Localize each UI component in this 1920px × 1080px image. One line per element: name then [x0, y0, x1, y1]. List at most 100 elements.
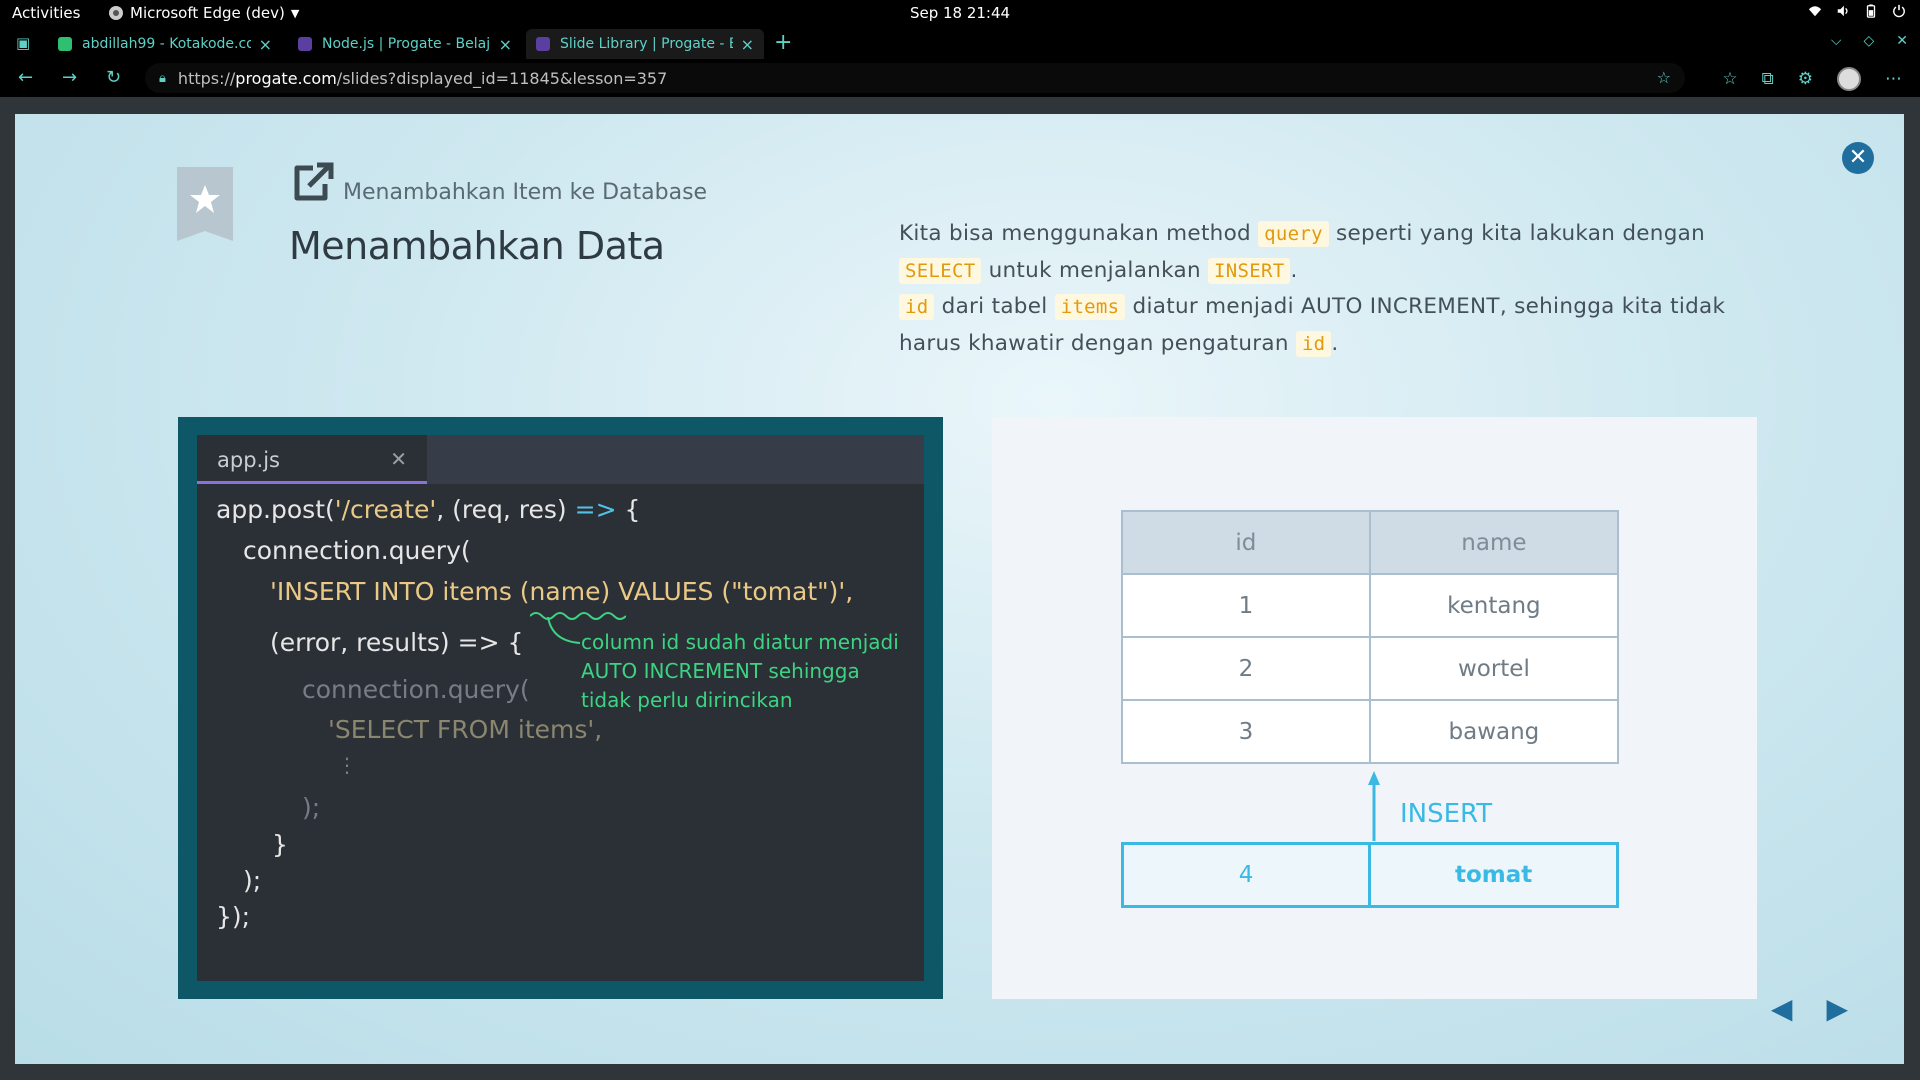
editor-tab-bar: app.js ✕ — [197, 435, 924, 484]
code-line: ⋮ — [337, 753, 357, 777]
back-arrow-icon[interactable]: ← — [18, 67, 33, 88]
system-tray[interactable] — [1808, 4, 1906, 18]
table-cell: 3 — [1121, 699, 1371, 764]
close-slide-button[interactable]: ✕ — [1842, 142, 1874, 174]
annotation-pointer — [547, 617, 581, 644]
slide-subtitle: Menambahkan Item ke Database — [343, 180, 708, 205]
table-cell: bawang — [1368, 699, 1620, 764]
tab-list-chevron-icon[interactable]: ⌵ — [1831, 33, 1842, 49]
code-line: 'INSERT INTO items (name) VALUES ("tomat… — [270, 577, 854, 606]
inserted-row: 4 tomat — [1120, 842, 1619, 908]
table-cell: kentang — [1368, 573, 1620, 638]
desc-text: untuk menjalankan — [988, 257, 1201, 283]
lock-icon[interactable]: 🔒︎ — [159, 71, 166, 86]
insert-arrow-icon — [1368, 771, 1380, 841]
profile-avatar[interactable] — [1837, 67, 1861, 91]
url-path: /slides?displayed_id=11845&lesson=357 — [336, 68, 668, 88]
table-row: 2 wortel — [1121, 636, 1620, 701]
close-tab-icon[interactable]: × — [741, 35, 754, 54]
table-row: 4 tomat — [1120, 842, 1619, 908]
browser-tab-strip: ▣ abdillah99 - Kotakode.com × Node.js | … — [0, 27, 1920, 59]
browser-tab-active[interactable]: Slide Library | Progate - Belajar × — [526, 29, 764, 59]
inline-code: items — [1054, 294, 1126, 320]
activities-button[interactable]: Activities — [12, 4, 80, 22]
url-host: progate.com — [235, 68, 337, 88]
slide-title: Menambahkan Data — [289, 224, 665, 268]
inline-code: id — [1295, 330, 1332, 357]
code-line: } — [272, 830, 288, 859]
wifi-icon — [1808, 6, 1822, 17]
tab-title: Slide Library | Progate - Belajar — [560, 36, 733, 52]
editor-file-tab: app.js ✕ — [197, 435, 427, 484]
table-cell: 1 — [1121, 573, 1371, 638]
code-line: app.post('/create', (req, res) => { — [216, 495, 641, 524]
desc-text: seperti yang kita lakukan dengan — [1336, 221, 1706, 246]
table-cell: tomat — [1368, 842, 1619, 908]
table-header-cell: name — [1368, 510, 1620, 575]
collections-icon[interactable]: ⧉ — [1762, 69, 1774, 89]
power-icon — [1893, 4, 1905, 18]
external-link-icon — [294, 162, 334, 201]
tab-title: Node.js | Progate - Belajar — [322, 36, 491, 52]
edge-app-icon — [109, 6, 123, 20]
table-row: 3 bawang — [1121, 699, 1620, 764]
edge-dev-icon[interactable]: ◇ — [1863, 33, 1874, 49]
inline-code: id — [899, 294, 935, 320]
items-table: id name 1 kentang 2 wortel 3 bawang — [1121, 510, 1620, 764]
desc-text: . — [1331, 330, 1339, 356]
code-annotation: column id sudah diatur menjadi AUTO INCR… — [581, 630, 899, 712]
desc-text: dari tabel — [941, 294, 1048, 319]
extensions-icon[interactable]: ⚙ — [1798, 69, 1813, 89]
system-top-bar: Activities Microsoft Edge (dev) ▼ Sep 18… — [0, 0, 1920, 27]
add-favorite-icon[interactable]: ☆ — [1657, 68, 1671, 87]
code-example-card: app.js ✕ app.post('/create', (req, res) … — [178, 417, 943, 999]
code-line: 'SELECT FROM items', — [328, 715, 603, 744]
close-tab-icon[interactable]: × — [499, 35, 512, 54]
desc-text: . — [1290, 257, 1298, 283]
code-line: connection.query( — [243, 536, 471, 565]
table-cell: 2 — [1121, 636, 1371, 701]
desc-text: Kita bisa menggunakan method — [899, 221, 1252, 246]
code-line: ); — [243, 866, 262, 895]
caret-down-icon: ▼ — [290, 6, 300, 20]
url-scheme: https:// — [177, 68, 236, 88]
battery-icon — [1866, 4, 1876, 18]
next-slide-icon[interactable]: ▶ — [1826, 992, 1848, 1025]
browser-tab[interactable]: Node.js | Progate - Belajar × — [288, 29, 522, 59]
table-row: 1 kentang — [1121, 573, 1620, 638]
progate-favicon-icon — [298, 37, 312, 51]
page-content: ✕ Menambahkan Item ke Database Menambahk… — [0, 97, 1920, 1080]
more-menu-icon[interactable]: ⋯ — [1885, 69, 1902, 89]
kotakode-favicon-icon — [58, 37, 72, 51]
slide-modal: ✕ Menambahkan Item ke Database Menambahk… — [15, 114, 1904, 1064]
table-diagram-card: id name 1 kentang 2 wortel 3 bawang INSE… — [992, 417, 1757, 999]
slide-navigation: ◀ ▶ — [1771, 992, 1848, 1025]
reload-icon[interactable]: ↻ — [106, 67, 121, 88]
address-bar[interactable]: 🔒︎ https://progate.com/slides?displayed_… — [145, 63, 1685, 93]
inline-code: SELECT — [899, 257, 982, 284]
close-window-icon[interactable]: ✕ — [1896, 33, 1908, 49]
code-line: ); — [302, 793, 321, 822]
table-cell: 4 — [1120, 842, 1372, 908]
code-line: connection.query( — [302, 675, 530, 704]
clock[interactable]: Sep 18 21:44 — [910, 4, 1010, 22]
app-menu[interactable]: Microsoft Edge (dev) ▼ — [108, 4, 299, 22]
code-line: (error, results) => { — [270, 628, 524, 657]
app-menu-label: Microsoft Edge (dev) — [130, 4, 285, 22]
close-tab-icon[interactable]: × — [259, 35, 272, 54]
code-line: }); — [216, 902, 251, 931]
forward-arrow-icon[interactable]: → — [62, 67, 77, 88]
favorites-icon[interactable]: ☆ — [1722, 69, 1737, 89]
browser-toolbar: ← → ↻ 🔒︎ https://progate.com/slides?disp… — [0, 59, 1920, 97]
bookmark-star-icon[interactable] — [177, 167, 233, 241]
editor-filename: app.js — [217, 448, 280, 472]
new-tab-button[interactable]: + — [774, 30, 792, 55]
previous-slide-icon[interactable]: ◀ — [1771, 992, 1793, 1025]
table-header-row: id name — [1121, 510, 1620, 575]
close-icon: ✕ — [390, 447, 407, 471]
tab-actions-icon[interactable]: ▣ — [16, 34, 30, 52]
table-cell: wortel — [1368, 636, 1620, 701]
browser-tab[interactable]: abdillah99 - Kotakode.com × — [48, 29, 282, 59]
inline-code: INSERT — [1208, 257, 1291, 284]
volume-icon — [1837, 5, 1848, 17]
